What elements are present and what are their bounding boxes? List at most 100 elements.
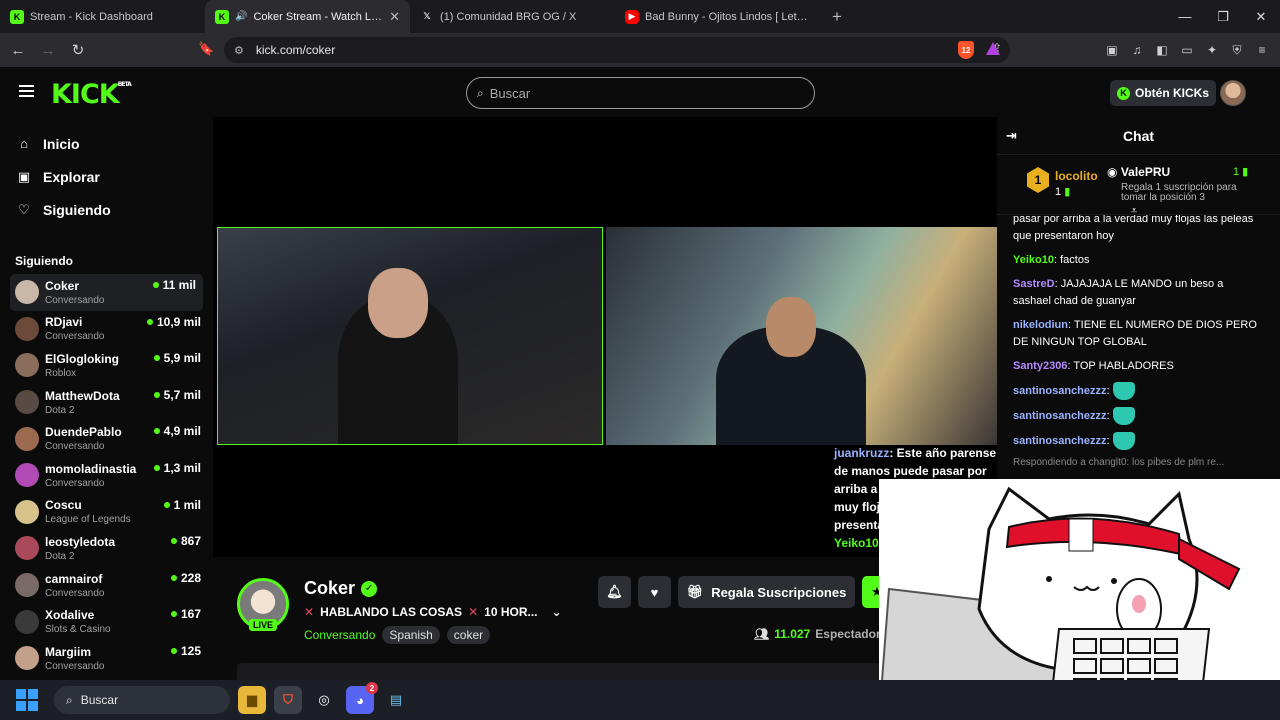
file-explorer-icon[interactable]: ▆ (238, 686, 266, 714)
channel-avatar (15, 499, 39, 524)
expand-leaderboard-icon[interactable]: ⩡ (1131, 205, 1137, 218)
category-link[interactable]: Conversando (304, 628, 375, 642)
notification-button[interactable]: 🔔︎ (598, 576, 631, 608)
top-gifter-name[interactable]: locolito (1055, 169, 1098, 183)
kick-icon: K (10, 9, 24, 24)
chat-username[interactable]: santinosanchezzz (1013, 385, 1107, 397)
bookmark-icon[interactable]: 🔖 (198, 41, 214, 57)
tag-spanish[interactable]: Spanish (382, 626, 440, 644)
music-icon[interactable]: ♫ (1129, 42, 1145, 58)
taskbar-search[interactable]: ⌕ Buscar (54, 686, 230, 714)
tag-coker[interactable]: coker (446, 626, 491, 644)
brave-shields-icon[interactable]: 12 (958, 41, 974, 59)
chat-username[interactable]: Santy2306 (1013, 360, 1067, 372)
following-item[interactable]: Coker Conversando 11 mil (10, 274, 203, 311)
channel-viewers: 1 mil (163, 498, 201, 512)
gift-leaderboard: 1 locolito 1 ▮ ◉ ValePRU 1 ▮ Regala 1 su… (997, 155, 1280, 218)
search-box[interactable]: ⌕ (466, 77, 815, 109)
follow-button[interactable]: ♥ (638, 576, 671, 608)
channel-avatar (15, 426, 39, 451)
close-window-icon[interactable]: ✕ (1242, 0, 1280, 33)
browser-tab-dashboard[interactable]: K Stream - Kick Dashboard (0, 0, 205, 33)
browser-tab-youtube[interactable]: ▶ Bad Bunny - Ojitos Lindos [ Letra/Lyr (615, 0, 820, 33)
site-info-icon[interactable]: ⚙ (234, 44, 244, 57)
users-icon: 👥︎ (754, 627, 770, 641)
reload-icon[interactable]: ↻ (66, 41, 90, 59)
extensions-bar: ▣ ♫ ◧ ▭ ✦ ⛨ ≡ (1104, 33, 1280, 67)
back-icon[interactable]: ← (6, 42, 30, 59)
audio-icon[interactable]: 🔊 (235, 11, 247, 22)
following-item[interactable]: ElGlogloking Roblox 5,9 mil (0, 347, 213, 384)
chat-username[interactable]: SastreD (1013, 278, 1055, 290)
chat-panel: ⇥ Chat 1 locolito 1 ▮ ◉ ValePRU 1 ▮ Rega… (997, 117, 1280, 479)
url-text: kick.com/coker (255, 43, 336, 57)
site-header: KICKBETA ⌕ K Obtén KICKs (0, 67, 1280, 117)
heart-icon: ♥ (650, 584, 659, 600)
nav-home[interactable]: ⌂ Inicio (0, 127, 213, 160)
url-field[interactable]: ⚙ kick.com/coker ⇪ (224, 37, 1010, 63)
following-item[interactable]: camnairof Conversando 228 (0, 567, 213, 604)
chevron-down-icon[interactable]: ⌄ (552, 605, 562, 619)
new-tab-icon[interactable]: + (820, 7, 854, 27)
brave-browser-icon[interactable]: ⛉ (274, 686, 302, 714)
chat-username[interactable]: Yeiko10 (1013, 254, 1054, 266)
channel-viewers: 10,9 mil (146, 315, 201, 329)
leo-icon[interactable]: ✦ (1204, 42, 1220, 58)
chat-username[interactable]: nikelodiun (1013, 319, 1068, 331)
notepad-icon[interactable]: ▤ (382, 686, 410, 714)
collapse-chat-icon[interactable]: ⇥ (1006, 128, 1017, 144)
home-icon: ⌂ (20, 136, 28, 151)
maximize-icon[interactable]: ❐ (1204, 0, 1242, 33)
browser-tab-x[interactable]: 𝕏 (1) Comunidad BRG OG / X (410, 0, 615, 33)
live-dot-icon (146, 318, 153, 325)
chat-username[interactable]: santinosanchezzz (1013, 435, 1107, 447)
chat-header: ⇥ Chat (997, 117, 1280, 155)
panel-icon[interactable]: ◧ (1154, 42, 1170, 58)
second-gifter-name[interactable]: ◉ ValePRU (1107, 165, 1170, 179)
following-item[interactable]: Margiim Conversando 125 (0, 640, 213, 677)
kick-logo[interactable]: KICK BETA (51, 79, 132, 110)
minimize-icon[interactable]: — (1166, 0, 1204, 33)
gift-subs-button[interactable]: 🎁︎ Regala Suscripciones (678, 576, 855, 608)
following-item[interactable]: DuendePablo Conversando 4,9 mil (0, 420, 213, 457)
nav-explore[interactable]: ▣ Explorar (0, 160, 213, 193)
channel-category: Roblox (45, 367, 77, 379)
wallet-icon[interactable]: ▭ (1179, 42, 1195, 58)
streamer-head (368, 268, 428, 338)
obs-icon[interactable]: ◎ (310, 686, 338, 714)
menu-icon[interactable]: ≡ (1254, 42, 1270, 58)
channel-category: Conversando (45, 294, 105, 306)
user-avatar[interactable] (1220, 80, 1246, 106)
chat-username[interactable]: santinosanchezzz (1013, 410, 1107, 422)
chat-message: SastreD: JAJAJAJA LE MANDO un beso a sas… (1013, 278, 1224, 307)
get-kicks-button[interactable]: K Obtén KICKs (1110, 80, 1217, 106)
browser-tab-coker[interactable]: K 🔊 Coker Stream - Watch Live on ✕ (205, 0, 410, 33)
close-tab-icon[interactable]: ✕ (389, 9, 400, 25)
following-item[interactable]: Xodalive Slots & Casino 167 (0, 603, 213, 640)
chat-message: santinosanchezzz: (1013, 432, 1264, 450)
search-input[interactable] (489, 85, 790, 101)
streamer-name[interactable]: Coker ✓ (304, 578, 378, 599)
discord-badge: 2 (366, 682, 378, 694)
guest-head (766, 297, 816, 357)
following-item[interactable]: RDjavi Conversando 10,9 mil (0, 311, 213, 348)
chat-messages: pasar por arriba a la verdad muy flojas … (997, 211, 1280, 468)
vpn-icon[interactable]: ⛨ (1229, 42, 1245, 58)
hamburger-menu-icon[interactable] (19, 85, 34, 97)
stream-title: ✕ HABLANDO LAS COSAS ✕ 10 HOR... ⌄ (304, 605, 562, 619)
sidebar: ⌂ Inicio ▣ Explorar ♡ Siguiendo Siguiend… (0, 117, 213, 680)
forward-icon[interactable]: → (36, 42, 60, 59)
live-badge: LIVE (249, 619, 278, 631)
following-item[interactable]: momoladinastia Conversando 1,3 mil (0, 457, 213, 494)
following-item[interactable]: Coscu League of Legends 1 mil (0, 494, 213, 531)
following-item[interactable]: leostyledota Dota 2 867 (0, 530, 213, 567)
webcam-left (217, 227, 603, 445)
search-icon: ⌕ (477, 85, 484, 100)
windows-start-icon[interactable] (16, 689, 38, 711)
nav-following[interactable]: ♡ Siguiendo (0, 193, 213, 226)
tab-label: (1) Comunidad BRG OG / X (440, 10, 577, 23)
sidebar-icon[interactable]: ▣ (1104, 42, 1120, 58)
brave-rewards-icon[interactable] (986, 42, 1000, 55)
following-item[interactable]: MatthewDota Dota 2 5,7 mil (0, 384, 213, 421)
discord-icon[interactable]: ◕ 2 (346, 682, 378, 714)
